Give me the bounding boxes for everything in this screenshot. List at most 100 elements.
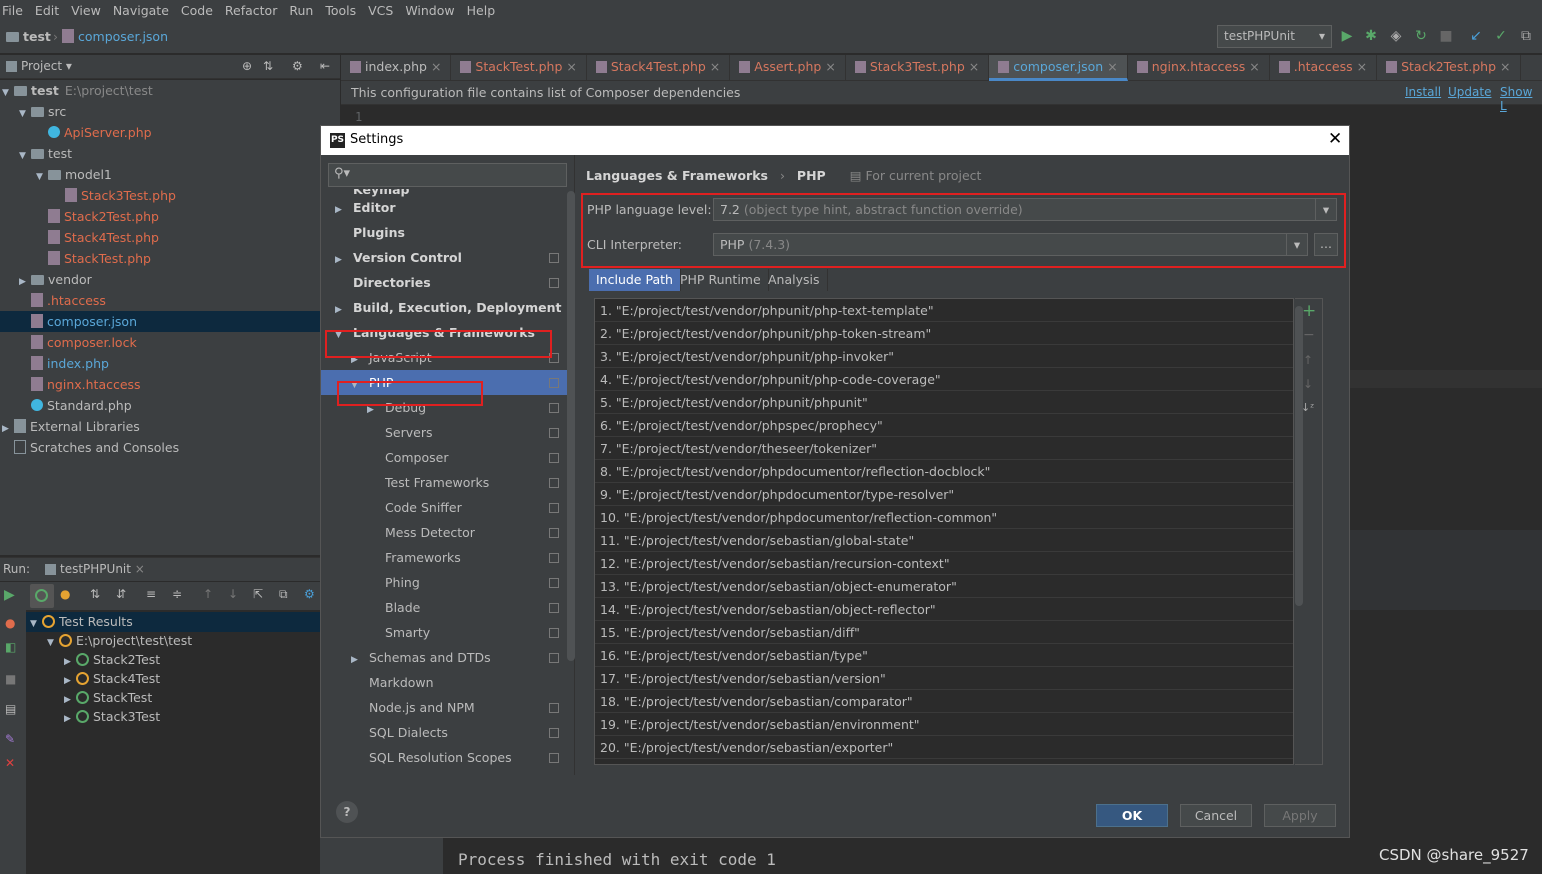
editor-tab[interactable]: nginx.htaccess × <box>1128 55 1270 81</box>
project-tree-item[interactable]: ApiServer.php <box>0 122 340 143</box>
test-result-item[interactable]: ▶ Stack3Test <box>64 707 160 726</box>
collapse-all-icon[interactable]: ⇅ <box>263 59 273 73</box>
include-path-row[interactable]: 4. "E:/project/test/vendor/phpunit/php-c… <box>595 368 1293 391</box>
breadcrumb-file[interactable]: composer.json <box>62 29 168 44</box>
project-tree-item[interactable]: Standard.php <box>0 395 340 416</box>
vcs-commit-icon[interactable]: ✓ <box>1493 28 1509 44</box>
editor-tab[interactable]: Stack3Test.php × <box>846 55 990 81</box>
include-path-row[interactable]: 1. "E:/project/test/vendor/phpunit/php-t… <box>595 299 1293 322</box>
close-icon[interactable]: × <box>1353 59 1367 74</box>
include-path-row[interactable]: 10. "E:/project/test/vendor/phpdocumento… <box>595 506 1293 529</box>
editor-tab[interactable]: index.php × <box>341 55 452 81</box>
include-path-row[interactable]: 20. "E:/project/test/vendor/sebastian/ex… <box>595 736 1293 759</box>
remove-icon[interactable]: − <box>1303 327 1315 343</box>
project-tree-item[interactable]: ▶ External Libraries <box>0 416 340 437</box>
include-path-row[interactable]: 9. "E:/project/test/vendor/phpdocumentor… <box>595 483 1293 506</box>
vcs-update-icon[interactable]: ↙ <box>1468 28 1484 44</box>
add-icon[interactable]: + <box>1302 301 1316 321</box>
include-path-row[interactable]: 2. "E:/project/test/vendor/phpunit/php-t… <box>595 322 1293 345</box>
menu-item-view[interactable]: View <box>71 3 101 18</box>
include-path-row[interactable]: 15. "E:/project/test/vendor/sebastian/di… <box>595 621 1293 644</box>
editor-tab[interactable]: Stack4Test.php × <box>587 55 731 81</box>
project-tree-item[interactable]: Stack2Test.php <box>0 206 340 227</box>
path-list-scrollbar[interactable] <box>1295 306 1303 606</box>
project-tree-item[interactable]: Scratches and Consoles <box>0 437 340 458</box>
include-path-row[interactable]: 16. "E:/project/test/vendor/sebastian/ty… <box>595 644 1293 667</box>
settings-nav-item[interactable]: Frameworks <box>321 545 567 570</box>
help-button[interactable]: ? <box>336 801 358 823</box>
close-icon[interactable]: ✕ <box>5 756 15 770</box>
test-result-item[interactable]: ▶ Stack4Test <box>64 669 160 688</box>
nav-scrollbar[interactable] <box>567 191 575 661</box>
editor-tab[interactable]: StackTest.php × <box>451 55 587 81</box>
history-icon[interactable]: ⧉ <box>1518 28 1534 44</box>
settings-nav-item[interactable]: Blade <box>321 595 567 620</box>
project-tree-item[interactable]: nginx.htaccess <box>0 374 340 395</box>
collapse-all-icon[interactable]: ≑ <box>172 587 182 601</box>
close-icon[interactable]: × <box>427 59 441 74</box>
history-icon[interactable]: ⧉ <box>279 587 288 602</box>
run-config-select[interactable]: testPHPUnit ▾ <box>1217 25 1332 48</box>
menu-item-help[interactable]: Help <box>467 3 496 18</box>
editor-tab[interactable]: Assert.php × <box>730 55 846 81</box>
debug-icon[interactable]: ✱ <box>1363 28 1379 44</box>
editor-tab[interactable]: composer.json × <box>989 55 1128 81</box>
coverage-icon[interactable]: ◧ <box>5 640 16 654</box>
layout-icon[interactable]: ▤ <box>5 702 16 716</box>
project-tree-item[interactable]: ▶ vendor <box>0 269 340 290</box>
ok-button[interactable]: OK <box>1096 804 1168 827</box>
include-path-row[interactable]: 7. "E:/project/test/vendor/theseer/token… <box>595 437 1293 460</box>
hide-panel-icon[interactable]: ⇤ <box>320 59 330 73</box>
project-view-selector[interactable]: Project ▾ <box>6 59 72 73</box>
show-passed-toggle[interactable] <box>30 584 54 608</box>
settings-nav-item[interactable]: ▶ Editor <box>321 195 567 220</box>
include-path-row[interactable]: 14. "E:/project/test/vendor/sebastian/ob… <box>595 598 1293 621</box>
breadcrumb-project[interactable]: test <box>6 29 51 44</box>
apply-button[interactable]: Apply <box>1264 804 1336 827</box>
project-tree-item[interactable]: ▼ test <box>0 143 340 164</box>
move-down-icon[interactable]: ↓ <box>1303 377 1313 391</box>
move-up-icon[interactable]: ↑ <box>1303 353 1313 367</box>
include-path-row[interactable]: 13. "E:/project/test/vendor/sebastian/ob… <box>595 575 1293 598</box>
settings-nav-item[interactable]: Test Frameworks <box>321 470 567 495</box>
menu-item-window[interactable]: Window <box>405 3 454 18</box>
include-path-row[interactable]: 12. "E:/project/test/vendor/sebastian/re… <box>595 552 1293 575</box>
test-result-item[interactable]: ▶ StackTest <box>64 688 152 707</box>
close-icon[interactable]: × <box>1496 59 1510 74</box>
test-result-item[interactable]: ▼ E:\project\test\test <box>47 631 192 650</box>
tab-include-path[interactable]: Include Path <box>589 269 681 291</box>
profile-icon[interactable]: ↻ <box>1413 28 1429 44</box>
close-icon[interactable]: ✕ <box>1328 129 1342 149</box>
include-path-row[interactable]: 6. "E:/project/test/vendor/phpspec/proph… <box>595 414 1293 437</box>
stop-icon[interactable]: ● <box>5 616 15 630</box>
close-icon[interactable]: × <box>1103 59 1117 74</box>
export-icon[interactable]: ⇱ <box>253 587 263 601</box>
close-icon[interactable]: × <box>135 562 145 576</box>
sort-alpha-icon[interactable]: ⇅ <box>90 587 100 601</box>
show-ignored-icon[interactable]: ● <box>60 587 70 601</box>
project-tree-item[interactable]: .htaccess <box>0 290 340 311</box>
project-tree-item[interactable]: composer.lock <box>0 332 340 353</box>
rerun-icon[interactable]: ▶ <box>4 587 15 603</box>
close-icon[interactable]: × <box>1245 59 1259 74</box>
project-tree-item[interactable]: ▼ test E:\project\test <box>0 80 340 101</box>
pin-icon[interactable]: ✎ <box>5 732 15 746</box>
project-tree-item[interactable]: StackTest.php <box>0 248 340 269</box>
menu-item-tools[interactable]: Tools <box>325 3 356 18</box>
settings-icon[interactable]: ⚙ <box>304 587 315 601</box>
project-tree-item[interactable]: ▼ model1 <box>0 164 340 185</box>
include-path-list[interactable]: 1. "E:/project/test/vendor/phpunit/php-t… <box>594 298 1294 765</box>
test-result-item[interactable]: ▼ Test Results <box>30 612 133 631</box>
include-path-row[interactable]: 5. "E:/project/test/vendor/phpunit/phpun… <box>595 391 1293 414</box>
pause-icon[interactable]: ■ <box>5 672 16 686</box>
menu-item-navigate[interactable]: Navigate <box>113 3 169 18</box>
settings-nav-item[interactable]: Mess Detector <box>321 520 567 545</box>
tab-php-runtime[interactable]: PHP Runtime <box>673 269 769 291</box>
close-icon[interactable]: × <box>562 59 576 74</box>
menu-item-vcs[interactable]: VCS <box>368 3 393 18</box>
include-path-row[interactable]: 19. "E:/project/test/vendor/sebastian/en… <box>595 713 1293 736</box>
settings-nav-item[interactable]: Smarty <box>321 620 567 645</box>
close-icon[interactable]: × <box>706 59 720 74</box>
install-link[interactable]: Install <box>1405 85 1441 99</box>
settings-nav-item[interactable]: ▶ Schemas and DTDs <box>321 645 567 670</box>
